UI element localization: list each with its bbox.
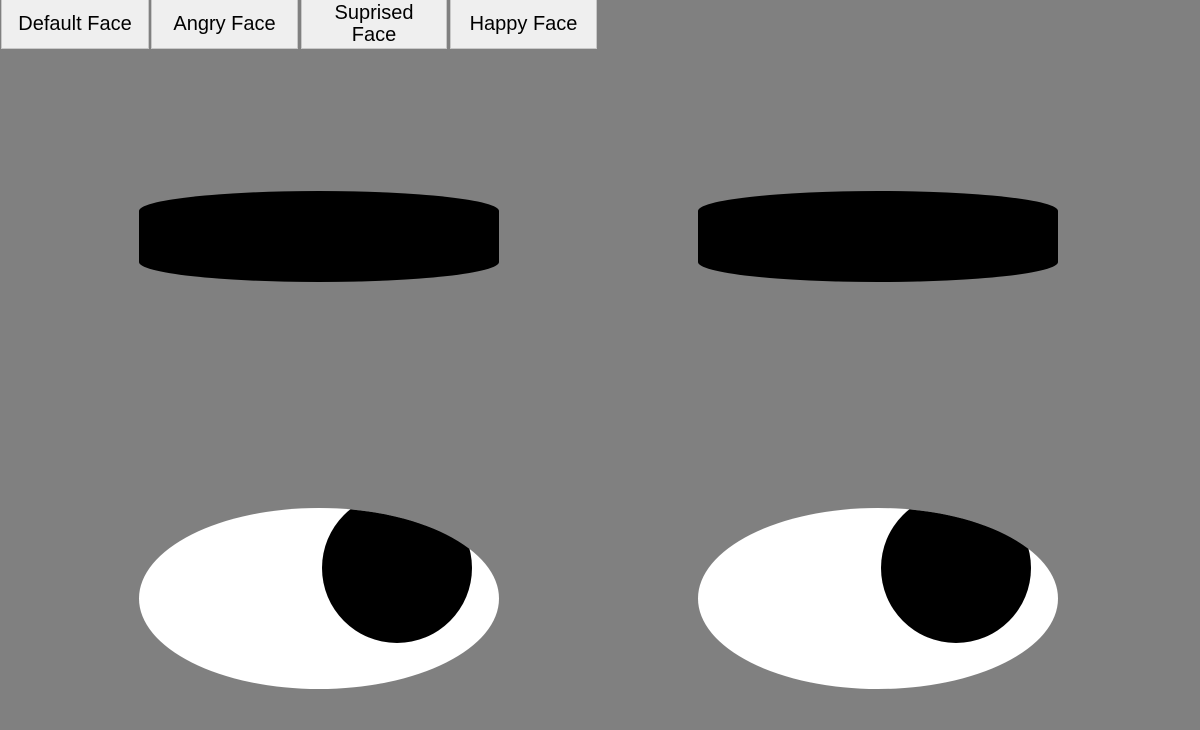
right-pupil xyxy=(881,508,1031,643)
happy-face-button[interactable]: Happy Face xyxy=(450,0,597,49)
angry-face-button[interactable]: Angry Face xyxy=(151,0,298,49)
surprised-face-button[interactable]: Suprised Face xyxy=(301,0,447,49)
happy-face-button-label: Happy Face xyxy=(469,13,578,35)
default-face-button-label: Default Face xyxy=(18,13,132,35)
default-face-button[interactable]: Default Face xyxy=(1,0,149,49)
right-eyebrow xyxy=(698,191,1058,282)
left-pupil xyxy=(322,508,472,643)
angry-face-button-label: Angry Face xyxy=(173,13,276,35)
left-eyebrow xyxy=(139,191,499,282)
right-eye xyxy=(698,508,1058,689)
left-eye xyxy=(139,508,499,689)
surprised-face-button-label: Suprised Face xyxy=(334,2,414,46)
